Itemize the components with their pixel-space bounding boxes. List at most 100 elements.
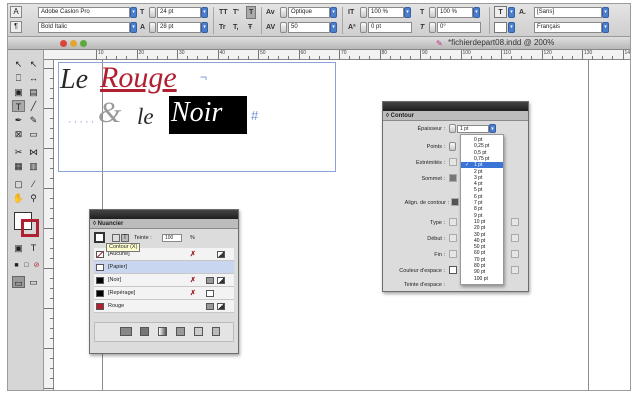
vertical-scale-stepper[interactable] — [360, 7, 367, 18]
type-tool-icon[interactable]: T — [12, 100, 25, 112]
content-placer-icon[interactable]: ▤ — [27, 86, 40, 98]
preview-mode-icon[interactable]: ▭ — [27, 276, 40, 288]
selection-tool-icon[interactable]: ↖ — [12, 58, 25, 70]
note-tool-icon[interactable]: ▢ — [12, 178, 25, 190]
butt-cap-button[interactable] — [449, 158, 457, 166]
scissors-tool-icon[interactable]: ✂ — [12, 146, 25, 158]
vertical-scale-field[interactable]: 100 % — [368, 7, 404, 18]
type-dropdown-icon[interactable] — [511, 218, 519, 226]
weight-option[interactable]: 100 pt — [461, 276, 503, 282]
swatch-row-red[interactable]: Rouge — [94, 300, 234, 313]
rectangle-tool-icon[interactable]: ▭ — [27, 128, 40, 140]
superscript-button[interactable]: T' — [233, 7, 239, 18]
character-style-field[interactable]: [Sans] — [534, 7, 602, 18]
weight-field[interactable]: 1 pt — [457, 125, 489, 133]
stroke-swatch-icon[interactable] — [21, 219, 39, 237]
font-family-dropdown-icon[interactable]: ▾ — [130, 7, 137, 18]
skew-field[interactable]: 0° — [437, 22, 481, 33]
zoom-tool-icon[interactable]: ⚲ — [27, 192, 40, 204]
minimize-window-icon[interactable] — [70, 40, 77, 47]
tracking-dropdown-icon[interactable]: ▾ — [330, 22, 337, 33]
leading-dropdown-icon[interactable]: ▾ — [201, 22, 208, 33]
format-container-icon[interactable] — [112, 234, 120, 242]
gap-color-dropdown-icon[interactable] — [511, 266, 519, 274]
direct-selection-tool-icon[interactable]: ↖ — [27, 58, 40, 70]
character-style-dropdown-icon[interactable]: ▾ — [602, 7, 609, 18]
font-size-field[interactable]: 24 pt — [157, 7, 201, 18]
language-field[interactable]: Français — [534, 22, 602, 33]
gradient-swatch-tool-icon[interactable]: ▦ — [12, 160, 25, 172]
stroke-panel-header[interactable] — [383, 102, 528, 111]
pencil-tool-icon[interactable]: ✎ — [27, 114, 40, 126]
eyedropper-tool-icon[interactable]: ⁄ — [27, 178, 40, 190]
line-tool-icon[interactable]: ╱ — [27, 100, 40, 112]
pen-tool-icon[interactable]: ✒ — [12, 114, 25, 126]
align-stroke-button[interactable] — [451, 198, 459, 206]
font-size-stepper[interactable] — [149, 7, 156, 18]
free-transform-tool-icon[interactable]: ⋈ — [27, 146, 40, 158]
end-select[interactable] — [449, 250, 457, 258]
tracking-stepper[interactable] — [280, 22, 287, 33]
text-frame-dropdown-icon[interactable]: ▾ — [508, 7, 515, 18]
leading-stepper[interactable] — [149, 22, 156, 33]
baseline-shift-field[interactable]: 0 pt — [368, 22, 412, 33]
vertical-scale-dropdown-icon[interactable]: ▾ — [404, 7, 411, 18]
swatch-row-paper[interactable]: [Papier] — [94, 261, 234, 274]
zoom-window-icon[interactable] — [80, 40, 87, 47]
tint-field[interactable]: 100 — [162, 234, 182, 242]
gap-color-select[interactable] — [449, 266, 457, 274]
gradient-feather-tool-icon[interactable]: ▥ — [27, 160, 40, 172]
weight-dropdown-icon[interactable]: ▾ — [489, 124, 496, 133]
swatches-panel-tab[interactable]: ◊ Nuancier — [90, 219, 238, 229]
swatches-panel-header[interactable] — [90, 210, 238, 219]
hand-tool-icon[interactable]: ✋ — [12, 192, 25, 204]
subscript-button[interactable]: T, — [233, 22, 238, 33]
type-select[interactable] — [449, 218, 457, 226]
new-color-group-icon[interactable] — [176, 327, 185, 336]
start-select[interactable] — [449, 234, 457, 242]
language-dropdown-icon[interactable]: ▾ — [602, 22, 609, 33]
miter-limit-stepper[interactable] — [449, 142, 456, 151]
kerning-dropdown-icon[interactable]: ▾ — [330, 7, 337, 18]
swatch-row-registration[interactable]: [Repérage] ✗ — [94, 287, 234, 300]
horizontal-scale-dropdown-icon[interactable]: ▾ — [473, 7, 480, 18]
show-color-swatches-icon[interactable] — [140, 327, 149, 336]
show-gradient-swatches-icon[interactable] — [158, 327, 167, 336]
miter-join-button[interactable] — [449, 174, 457, 182]
skew-stepper[interactable] — [429, 22, 436, 33]
new-swatch-icon[interactable] — [194, 327, 203, 336]
delete-swatch-icon[interactable] — [212, 327, 220, 336]
start-dropdown-icon[interactable] — [511, 234, 519, 242]
gap-tool-icon[interactable]: ↔ — [27, 72, 40, 84]
strikethrough-button[interactable]: Ŧ — [248, 22, 252, 33]
baseline-shift-stepper[interactable] — [360, 22, 367, 33]
font-style-field[interactable]: Bold Italic — [38, 22, 130, 33]
horizontal-scale-field[interactable]: 100 % — [437, 7, 473, 18]
weight-stepper[interactable] — [449, 124, 456, 133]
formatting-container-icon[interactable]: ▣ — [12, 242, 25, 254]
font-size-dropdown-icon[interactable]: ▾ — [201, 7, 208, 18]
stroke-panel-tab[interactable]: ◊ Contour — [383, 111, 528, 121]
underline-button[interactable]: T — [246, 6, 257, 19]
all-caps-button[interactable]: TT — [219, 7, 228, 18]
page-tool-icon[interactable]: ⎕ — [12, 72, 25, 84]
show-all-swatches-icon[interactable] — [120, 327, 132, 336]
stroke-swatch-icon[interactable] — [494, 22, 507, 33]
text-frame-icon[interactable]: T — [494, 6, 507, 18]
close-window-icon[interactable] — [60, 40, 67, 47]
swatch-row-black[interactable]: [Noir] ✗ — [94, 274, 234, 287]
kerning-stepper[interactable] — [280, 7, 287, 18]
stroke-dropdown-icon[interactable]: ▾ — [508, 22, 515, 33]
content-collector-icon[interactable]: ▣ — [12, 86, 25, 98]
format-text-icon[interactable]: T — [121, 234, 129, 242]
leading-field[interactable]: 28 pt — [157, 22, 201, 33]
paragraph-mode-icon[interactable]: ¶ — [10, 21, 22, 33]
tracking-field[interactable]: 50 — [288, 22, 330, 33]
kerning-field[interactable]: Optique — [288, 7, 330, 18]
rectangle-frame-tool-icon[interactable]: ⊠ — [12, 128, 25, 140]
formatting-text-icon[interactable]: T — [27, 242, 40, 254]
horizontal-scale-stepper[interactable] — [429, 7, 436, 18]
font-family-field[interactable]: Adobe Caslon Pro — [38, 7, 130, 18]
end-dropdown-icon[interactable] — [511, 250, 519, 258]
character-mode-icon[interactable]: A — [10, 6, 22, 18]
